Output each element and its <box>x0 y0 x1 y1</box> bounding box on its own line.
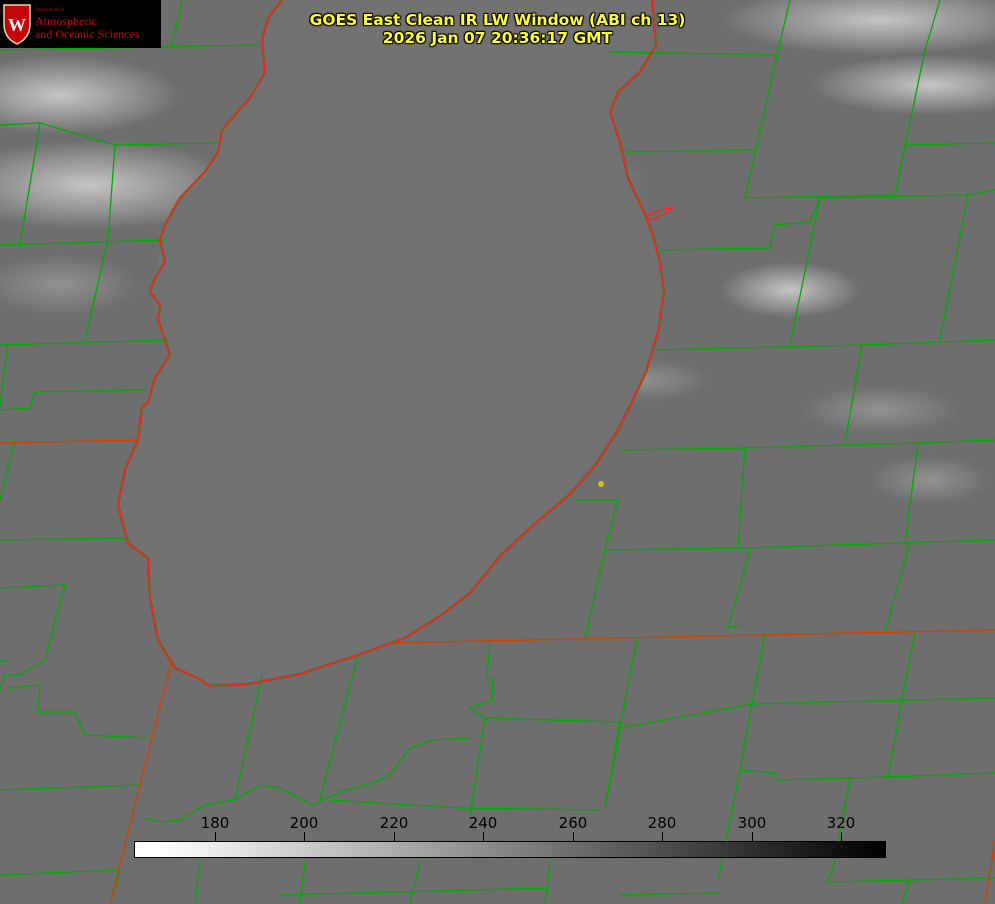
ir-satellite-map <box>0 0 995 904</box>
colorbar-tick-label: 260 <box>558 814 588 832</box>
colorbar-tick <box>662 832 663 841</box>
satellite-image-viewer: W Department of Atmospheric and Oceanic … <box>0 0 995 904</box>
colorbar-tick-label: 300 <box>737 814 767 832</box>
colorbar-tick-label: 320 <box>826 814 856 832</box>
colorbar-tick <box>752 832 753 841</box>
colorbar-tick <box>304 832 305 841</box>
location-marker <box>598 481 604 487</box>
image-timestamp: 2026 Jan 07 20:36:17 GMT <box>382 29 613 47</box>
colorbar-tick-label: 240 <box>468 814 498 832</box>
colorbar-tick-label: 220 <box>379 814 409 832</box>
colorbar-tick-label: 180 <box>200 814 230 832</box>
image-title: GOES East Clean IR LW Window (ABI ch 13) <box>309 11 686 29</box>
colorbar-tick-label: 280 <box>647 814 677 832</box>
colorbar-tick <box>841 832 842 841</box>
colorbar-tick <box>215 832 216 841</box>
colorbar-tick <box>394 832 395 841</box>
temperature-colorbar <box>134 841 886 858</box>
colorbar-tick <box>483 832 484 841</box>
colorbar-tick <box>573 832 574 841</box>
colorbar-tick-label: 200 <box>289 814 319 832</box>
